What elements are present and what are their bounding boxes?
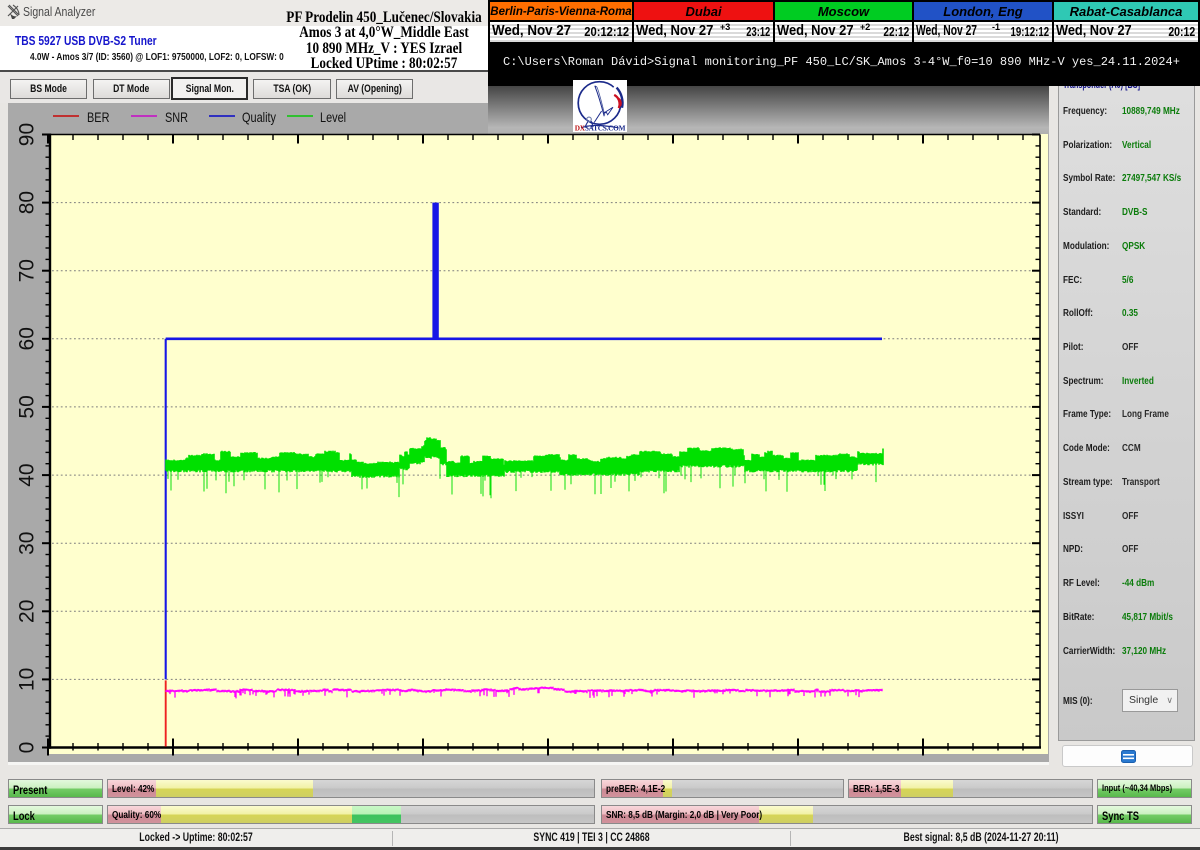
svg-text:DXSATCS.COM: DXSATCS.COM	[575, 123, 626, 132]
svg-text:70: 70	[16, 259, 39, 282]
svg-text:10: 10	[16, 668, 39, 691]
svg-text:60: 60	[16, 327, 39, 350]
svg-text:80: 80	[16, 191, 39, 214]
svg-text:90: 90	[16, 123, 39, 146]
svg-text:0: 0	[16, 742, 39, 754]
svg-text:40: 40	[16, 463, 39, 486]
svg-text:50: 50	[16, 395, 39, 418]
svg-text:30: 30	[16, 532, 39, 555]
svg-text:20: 20	[16, 600, 39, 623]
